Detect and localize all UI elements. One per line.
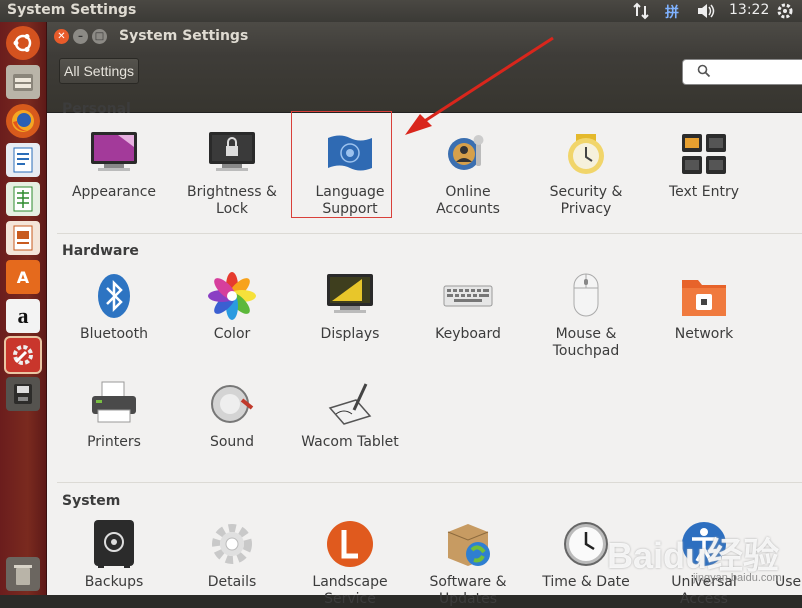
settings-item-network[interactable]: Network — [645, 270, 763, 343]
keyboard-icon — [442, 270, 494, 322]
top-panel: System Settings 拼 13:22 — [0, 0, 802, 22]
drive-icon[interactable] — [6, 377, 40, 411]
item-label: Software & Updates — [429, 574, 507, 607]
time-date-icon — [560, 518, 612, 570]
settings-item-keyboard[interactable]: Keyboard — [409, 270, 527, 343]
ubuntu-logo-icon[interactable] — [6, 26, 40, 60]
wacom-tablet-icon — [324, 378, 376, 430]
section-title-system: System — [62, 493, 121, 509]
system-settings-icon[interactable] — [6, 338, 40, 372]
maximize-icon[interactable]: □ — [92, 29, 107, 44]
settings-item-wacom-tablet[interactable]: Wacom Tablet — [291, 378, 409, 451]
all-settings-button[interactable]: All Settings — [59, 58, 140, 84]
baidu-watermark: Baidu经验 jingyan.baidu.com — [607, 527, 802, 597]
mouse-touchpad-icon — [560, 270, 612, 322]
brightness-lock-icon — [206, 128, 258, 180]
bluetooth-icon — [88, 270, 140, 322]
search-input[interactable] — [715, 62, 799, 79]
section-divider — [57, 482, 802, 483]
watermark-text: Baidu经验 — [607, 535, 780, 576]
settings-item-brightness-lock[interactable]: Brightness & Lock — [173, 128, 291, 218]
settings-item-details[interactable]: Details — [173, 518, 291, 591]
network-arrows-icon[interactable] — [632, 2, 652, 24]
settings-item-text-entry[interactable]: Text Entry — [645, 128, 763, 201]
details-icon — [206, 518, 258, 570]
item-label: Color — [213, 326, 251, 342]
calc-icon[interactable] — [6, 182, 40, 216]
settings-item-security-privacy[interactable]: Security & Privacy — [527, 128, 645, 218]
software-center-icon[interactable]: A — [6, 260, 40, 294]
settings-item-printers[interactable]: Printers — [55, 378, 173, 451]
settings-item-appearance[interactable]: Appearance — [55, 128, 173, 201]
section-title-hardware: Hardware — [62, 243, 139, 259]
active-app-title: System Settings — [7, 2, 137, 18]
settings-item-mouse-touchpad[interactable]: Mouse & Touchpad — [527, 270, 645, 360]
settings-item-online-accounts[interactable]: Online Accounts — [409, 128, 527, 218]
item-label: Security & Privacy — [549, 184, 623, 217]
item-label: Appearance — [71, 184, 157, 200]
software-updates-icon — [442, 518, 494, 570]
item-label: Sound — [209, 434, 255, 450]
text-entry-icon — [678, 128, 730, 180]
section-title-personal: Personal — [62, 101, 131, 117]
minimize-icon[interactable]: – — [73, 29, 88, 44]
item-label: Details — [207, 574, 257, 590]
printers-icon — [88, 378, 140, 430]
keyboard-input-icon[interactable]: 拼 — [665, 2, 679, 22]
trash-icon[interactable] — [6, 557, 40, 591]
launcher: A a — [0, 22, 47, 595]
settings-item-displays[interactable]: Displays — [291, 270, 409, 343]
item-label: Displays — [320, 326, 380, 342]
highlight-box — [291, 111, 392, 218]
appearance-icon — [88, 128, 140, 180]
settings-window: ✕ – □ System Settings All Settings Perso… — [47, 22, 802, 607]
item-label: Brightness & Lock — [187, 184, 277, 217]
item-label: Network — [674, 326, 734, 342]
search-field[interactable] — [682, 59, 802, 85]
item-label: Printers — [87, 434, 141, 450]
color-icon — [206, 270, 258, 322]
window-title: System Settings — [119, 28, 249, 44]
sound-icon — [206, 378, 258, 430]
item-label: Online Accounts — [436, 184, 500, 217]
settings-item-color[interactable]: Color — [173, 270, 291, 343]
backups-icon — [88, 518, 140, 570]
settings-item-sound[interactable]: Sound — [173, 378, 291, 451]
landscape-service-icon — [324, 518, 376, 570]
item-label: Wacom Tablet — [301, 434, 399, 450]
settings-gear-icon[interactable] — [775, 2, 795, 24]
firefox-icon[interactable] — [6, 104, 40, 138]
toolbar: All Settings — [47, 52, 802, 113]
item-label: Text Entry — [668, 184, 739, 200]
settings-item-backups[interactable]: Backups — [55, 518, 173, 591]
search-icon — [697, 64, 711, 82]
online-accounts-icon — [442, 128, 494, 180]
clock-time[interactable]: 13:22 — [729, 2, 769, 18]
item-label: Landscape Service — [312, 574, 388, 607]
network-icon — [678, 270, 730, 322]
item-label: Keyboard — [435, 326, 501, 342]
close-icon[interactable]: ✕ — [54, 29, 69, 44]
section-divider — [57, 233, 802, 234]
item-label: Mouse & Touchpad — [552, 326, 620, 359]
security-privacy-icon — [560, 128, 612, 180]
settings-item-bluetooth[interactable]: Bluetooth — [55, 270, 173, 343]
writer-icon[interactable] — [6, 143, 40, 177]
window-titlebar[interactable]: ✕ – □ System Settings — [47, 22, 802, 52]
item-label: Backups — [84, 574, 144, 590]
impress-icon[interactable] — [6, 221, 40, 255]
displays-icon — [324, 270, 376, 322]
item-label: Bluetooth — [80, 326, 148, 342]
file-manager-icon[interactable] — [6, 65, 40, 99]
amazon-icon[interactable]: a — [6, 299, 40, 333]
watermark-url: jingyan.baidu.com — [693, 572, 782, 584]
volume-icon[interactable] — [696, 2, 716, 24]
